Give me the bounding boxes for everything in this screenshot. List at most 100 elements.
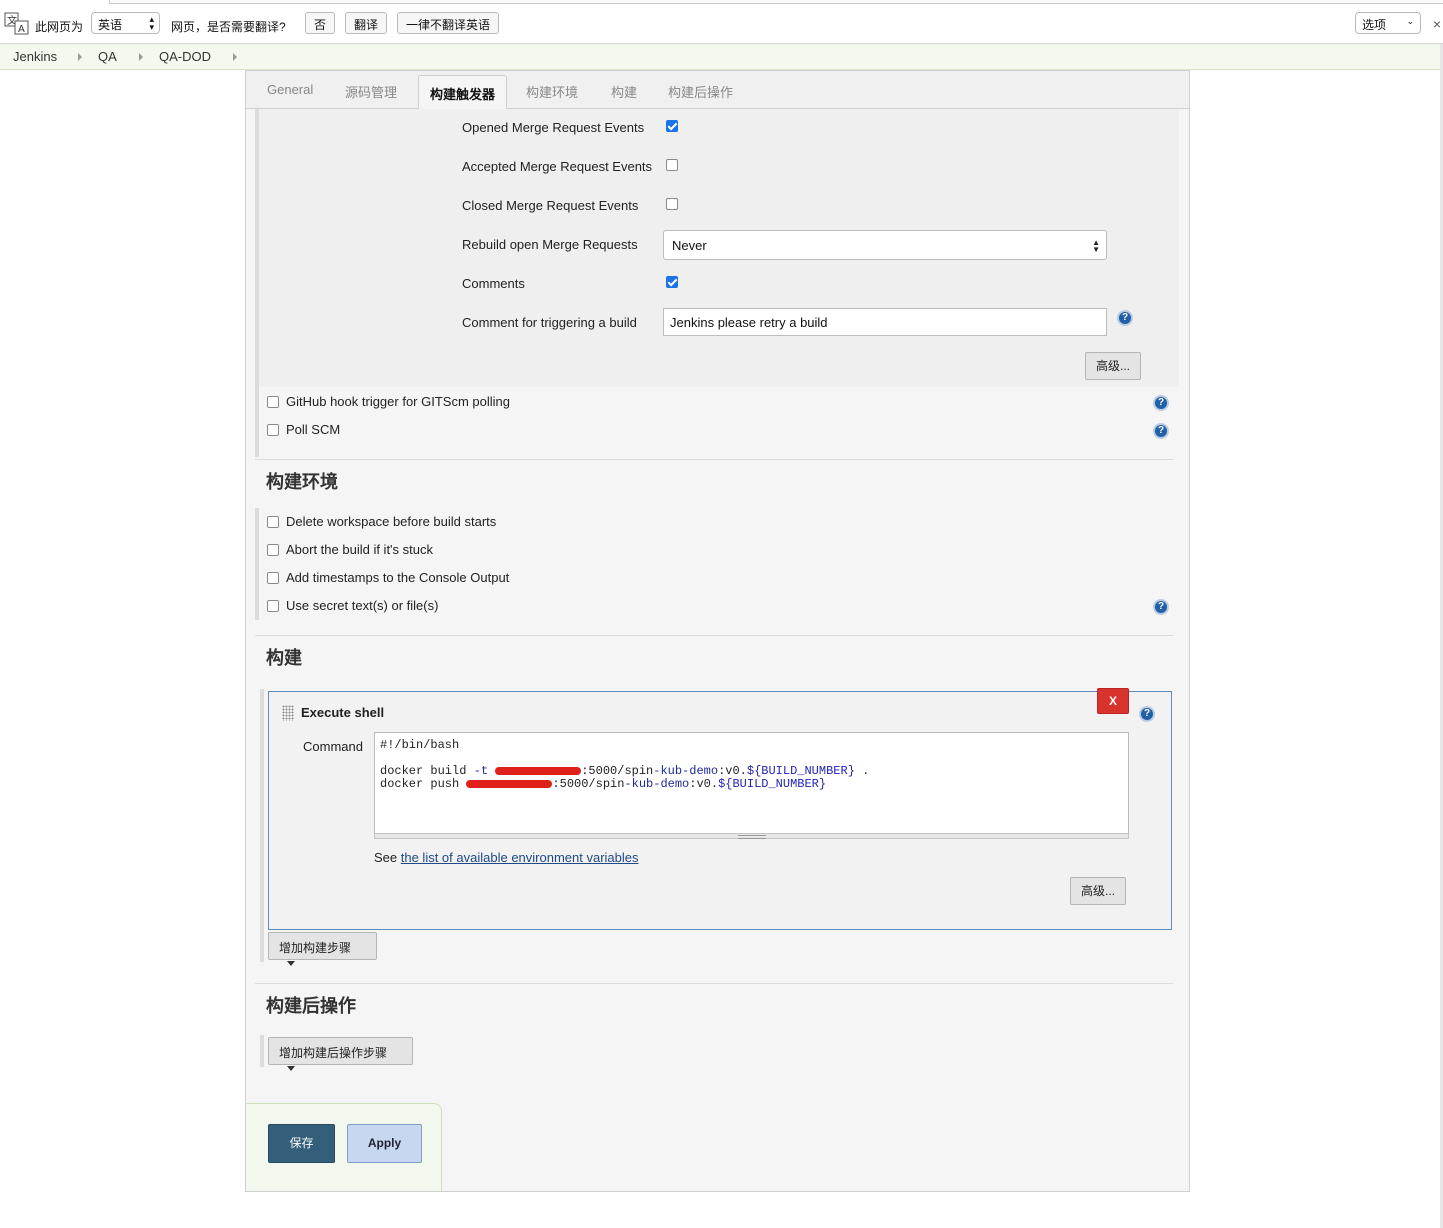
caret-down-icon — [287, 1066, 295, 1072]
github-hook-checkbox[interactable] — [267, 396, 279, 408]
closed-mr-label: Closed Merge Request Events — [462, 198, 639, 213]
textarea-resize-handle[interactable] — [374, 833, 1129, 839]
add-build-step-label: 增加构建步骤 — [279, 941, 352, 955]
config-tabs: General 源码管理 构建触发器 构建环境 构建 构建后操作 — [246, 71, 1189, 110]
help-icon[interactable]: ? — [1153, 599, 1169, 615]
browser-tab[interactable] — [0, 0, 110, 4]
select-arrows-icon: ▲ ▼ — [1092, 238, 1100, 254]
comment-trigger-input[interactable]: Jenkins please retry a build — [663, 308, 1107, 336]
code-line-2-rest: :5000/spin — [581, 764, 654, 778]
drag-handle-icon[interactable] — [282, 705, 294, 721]
redacted-host — [495, 766, 582, 775]
env-vars-link[interactable]: the list of available environment variab… — [401, 850, 639, 865]
timestamps-checkbox[interactable] — [267, 572, 279, 584]
add-post-build-step-label: 增加构建后操作步骤 — [279, 1046, 388, 1060]
language-value: 英语 — [98, 18, 123, 32]
add-post-build-step-dropdown[interactable]: 增加构建后操作步骤 — [268, 1037, 413, 1072]
timestamps-label: Add timestamps to the Console Output — [286, 570, 510, 585]
svg-text:A: A — [18, 24, 25, 35]
delete-workspace-label: Delete workspace before build starts — [286, 514, 497, 529]
secret-text-label: Use secret text(s) or file(s) — [286, 598, 439, 613]
code-line-2-dot: . — [854, 764, 870, 778]
section-indent-bar — [255, 109, 259, 387]
accepted-mr-checkbox[interactable] — [666, 159, 678, 171]
apply-button[interactable]: Apply — [347, 1124, 422, 1163]
chevron-down-icon: ⌄ — [1406, 16, 1414, 26]
closed-mr-checkbox[interactable] — [666, 198, 678, 210]
execute-shell-title: Execute shell — [301, 705, 385, 720]
code-line-3-rest: :5000/spin — [552, 777, 625, 791]
delete-workspace-checkbox[interactable] — [267, 516, 279, 528]
save-button[interactable]: 保存 — [268, 1124, 335, 1163]
code-line-2-kub: -kub-demo — [653, 764, 719, 778]
section-indent-bar — [260, 689, 264, 962]
section-indent-bar — [255, 387, 259, 457]
help-icon[interactable]: ? — [1139, 706, 1155, 722]
poll-scm-checkbox[interactable] — [267, 424, 279, 436]
tab-scm[interactable]: 源码管理 — [345, 82, 397, 101]
tab-build-triggers[interactable]: 构建触发器 — [418, 75, 508, 110]
breadcrumb: Jenkins QA QA-DOD — [0, 44, 1443, 70]
abort-stuck-checkbox[interactable] — [267, 544, 279, 556]
abort-stuck-label: Abort the build if it's stuck — [286, 542, 433, 557]
options-label: 选项 — [1362, 18, 1387, 32]
code-line-2-flag: -t — [473, 764, 489, 778]
breadcrumb-arrow-icon[interactable] — [78, 53, 82, 61]
translate-prefix: 此网页为 — [35, 20, 84, 34]
command-textarea[interactable]: #!/bin/bash docker build -t :5000/spin-k… — [374, 732, 1129, 834]
never-translate-button[interactable]: 一律不翻译英语 — [397, 12, 500, 34]
browser-tab-strip — [0, 0, 1443, 4]
tab-post-build[interactable]: 构建后操作 — [668, 82, 733, 101]
gitlab-advanced-button[interactable]: 高级... — [1085, 352, 1141, 380]
code-line-3-cmd: docker push — [380, 777, 467, 791]
language-select[interactable]: 英语 ▴ ▾ — [91, 12, 160, 34]
breadcrumb-qa-dod[interactable]: QA-DOD — [159, 49, 211, 64]
code-line-3-var: ${BUILD_NUMBER} — [718, 777, 827, 791]
breadcrumb-arrow-icon[interactable] — [139, 53, 143, 61]
rebuild-mr-label: Rebuild open Merge Requests — [462, 237, 638, 252]
delete-step-button[interactable]: X — [1097, 688, 1129, 714]
translate-button[interactable]: 翻译 — [345, 12, 388, 34]
comment-trigger-label: Comment for triggering a build — [462, 315, 637, 330]
breadcrumb-jenkins[interactable]: Jenkins — [13, 49, 57, 64]
translate-bar: 文 A 此网页为 英语 ▴ ▾ 网页，是否需要翻译? 否 翻译 一律不翻译英语 选… — [0, 0, 1443, 44]
env-vars-hint: See the list of available environment va… — [374, 850, 639, 865]
code-line-2-cmd: docker build — [380, 764, 474, 778]
opened-mr-label: Opened Merge Request Events — [462, 120, 645, 135]
divider — [255, 459, 1173, 460]
accepted-mr-label: Accepted Merge Request Events — [462, 159, 653, 174]
code-line-2-ver: :v0. — [718, 764, 747, 778]
divider — [255, 983, 1173, 984]
build-heading: 构建 — [266, 648, 302, 668]
opened-mr-checkbox[interactable] — [666, 120, 678, 132]
tab-build[interactable]: 构建 — [611, 82, 637, 101]
close-icon[interactable]: × — [1433, 16, 1441, 32]
options-select[interactable]: 选项 ⌄ — [1355, 12, 1421, 34]
tab-general[interactable]: General — [267, 82, 313, 97]
shell-advanced-button[interactable]: 高级... — [1070, 877, 1126, 905]
translate-icon: 文 A — [4, 12, 29, 35]
rebuild-mr-select[interactable]: Never ▲ ▼ — [663, 230, 1107, 260]
add-build-step-dropdown[interactable]: 增加构建步骤 — [268, 932, 377, 967]
post-build-heading: 构建后操作 — [266, 996, 356, 1016]
divider — [255, 635, 1173, 636]
tab-build-env[interactable]: 构建环境 — [526, 82, 578, 101]
caret-down-icon — [287, 961, 295, 967]
env-vars-prefix: See — [374, 850, 401, 865]
code-line-1: #!/bin/bash — [380, 738, 460, 752]
secret-text-checkbox[interactable] — [267, 600, 279, 612]
help-icon[interactable]: ? — [1117, 310, 1133, 326]
help-icon[interactable]: ? — [1153, 395, 1169, 411]
select-arrows-icon: ▴ ▾ — [149, 14, 154, 32]
section-indent-bar — [260, 1035, 264, 1067]
breadcrumb-qa[interactable]: QA — [98, 49, 117, 64]
code-line-3-ver: :v0. — [689, 777, 719, 791]
redacted-host — [466, 779, 553, 788]
code-line-3-kub: -kub-demo — [624, 777, 690, 791]
section-indent-bar — [255, 508, 259, 620]
help-icon[interactable]: ? — [1153, 423, 1169, 439]
no-translate-button[interactable]: 否 — [305, 12, 336, 34]
comments-checkbox[interactable] — [666, 276, 678, 288]
command-label: Command — [303, 739, 363, 754]
breadcrumb-arrow-icon[interactable] — [233, 53, 237, 61]
